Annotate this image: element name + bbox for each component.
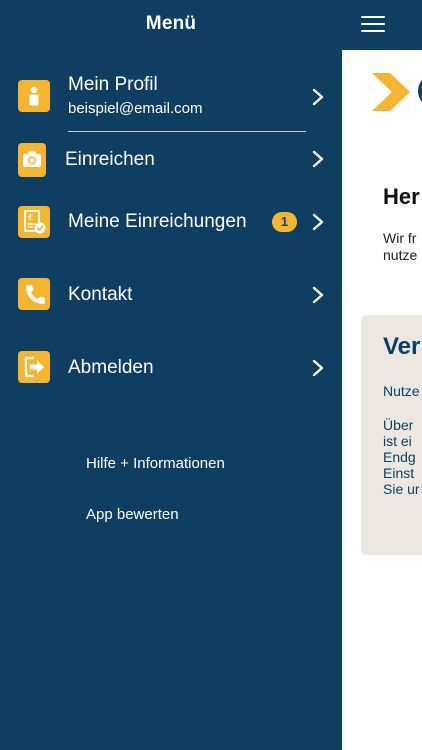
logo-arrow-icon: [372, 73, 410, 111]
menu-item-label: Einreichen: [65, 149, 155, 170]
camera-icon: [18, 143, 46, 177]
menu-item-label: Abmelden: [68, 357, 154, 378]
submission-count-badge: 1: [272, 212, 297, 232]
card-text-line: Sie ur: [383, 481, 420, 497]
menu-item-contact[interactable]: Kontakt: [0, 275, 342, 315]
menu-item-profile[interactable]: Mein Profil beispiel@email.com: [0, 72, 342, 122]
card-text-line: Über: [383, 417, 414, 433]
rate-app-link[interactable]: App bewerten: [86, 506, 179, 523]
content-intro-line: Wir fr: [383, 230, 417, 246]
menu-item-label: Meine Einreichungen: [68, 211, 247, 232]
main-content-panel[interactable]: Her Wir fr nutze Ver Nutze Über ist ei E…: [342, 0, 422, 750]
menu-item-logout[interactable]: Abmelden: [0, 348, 342, 388]
receipt-check-icon: €: [18, 206, 50, 238]
person-icon: [18, 80, 50, 112]
chevron-right-icon: [311, 285, 325, 305]
card-heading: Ver: [383, 333, 421, 360]
logo-mark: [418, 76, 422, 106]
profile-divider: [68, 131, 306, 132]
hamburger-menu-icon[interactable]: [361, 16, 385, 34]
profile-email: beispiel@email.com: [68, 100, 203, 117]
content-header: [342, 0, 422, 50]
svg-text:€: €: [28, 213, 33, 222]
navigation-drawer: Menü Mein Profil beispiel@email.com Einr…: [0, 0, 342, 750]
menu-item-label: Kontakt: [68, 284, 133, 305]
logout-icon: [18, 351, 50, 383]
content-heading: Her: [383, 184, 420, 209]
info-card: Ver Nutze Über ist ei Endg Einst Sie ur: [361, 315, 422, 555]
menu-item-my-submissions[interactable]: € Meine Einreichungen 1: [0, 202, 342, 242]
chevron-right-icon: [311, 149, 325, 169]
menu-item-submit[interactable]: Einreichen: [0, 140, 342, 180]
chevron-right-icon: [311, 212, 325, 232]
card-text-line: Nutze: [383, 383, 420, 399]
card-text-line: Einst: [383, 465, 415, 481]
content-intro-line: nutze: [383, 247, 418, 263]
card-text-line: ist ei: [383, 433, 412, 449]
phone-icon: [18, 278, 50, 310]
card-text-line: Endg: [383, 449, 416, 465]
help-info-link[interactable]: Hilfe + Informationen: [86, 455, 225, 472]
drawer-title: Menü: [145, 13, 197, 34]
chevron-right-icon: [311, 87, 325, 107]
menu-item-label: Mein Profil: [68, 74, 158, 95]
chevron-right-icon: [311, 358, 325, 378]
